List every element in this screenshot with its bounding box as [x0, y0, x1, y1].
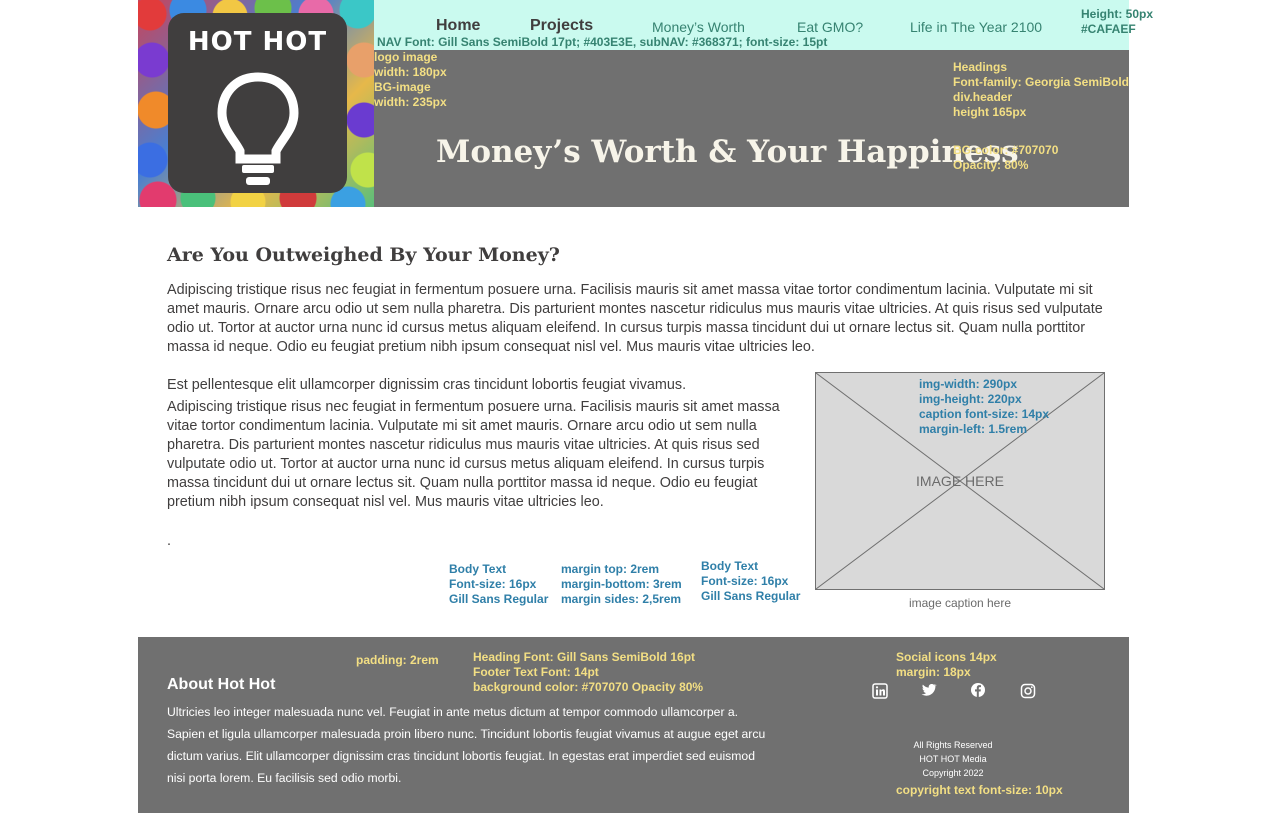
- paragraph-2: Adipiscing tristique risus nec feugiat i…: [167, 399, 780, 510]
- logo[interactable]: HOT HOT: [168, 13, 347, 193]
- annotation-bg-width: width: 235px: [374, 95, 447, 109]
- hero-title: Money’s Worth & Your Happiness: [436, 134, 1019, 170]
- annotation-body-font-1: Gill Sans Regular: [449, 592, 549, 606]
- copyright-line-1: All Rights Reserved: [913, 740, 993, 750]
- annotation-logo-image: logo image: [374, 50, 438, 64]
- image-caption: image caption here: [908, 596, 1012, 610]
- annotation-margin-top: margin top: 2rem: [561, 562, 660, 576]
- logo-text: HOT HOT: [187, 27, 328, 57]
- annotation-opacity: Opacity: 80%: [953, 158, 1029, 172]
- lightbulb-icon: [217, 72, 299, 185]
- annotation-copyright-size: copyright text font-size: 10px: [896, 783, 1063, 797]
- annotation-padding: padding: 2rem: [356, 653, 439, 667]
- annotation-nav-font: NAV Font: Gill Sans SemiBold 17pt; #403E…: [377, 35, 828, 49]
- subnav-life-2100[interactable]: Life in The Year 2100: [910, 19, 1042, 35]
- linkedin-icon[interactable]: [872, 683, 888, 699]
- annotation-div-header: div.header: [953, 90, 1013, 104]
- annotation-social-margin: margin: 18px: [896, 665, 971, 679]
- annotation-caption-font: caption font-size: 14px: [919, 407, 1050, 421]
- annotation-margin-bottom: margin-bottom: 3rem: [561, 577, 682, 591]
- annotation-headings: Headings: [953, 60, 1008, 74]
- subnav-eat-gmo[interactable]: Eat GMO?: [797, 19, 863, 35]
- page: HOT HOT Home Projects Money’s Worth Eat …: [0, 0, 1268, 813]
- annotation-body-text-2: Body Text: [701, 559, 759, 573]
- annotation-img-height: img-height: 220px: [919, 392, 1022, 406]
- copyright-line-2: HOT HOT Media: [919, 754, 987, 764]
- copyright: All Rights Reserved HOT HOT Media Copyri…: [878, 738, 1028, 780]
- annotation-bg-color: BG-color: #707070: [953, 143, 1059, 157]
- copyright-line-3: Copyright 2022: [922, 768, 984, 778]
- image-label: IMAGE HERE: [916, 473, 1004, 489]
- annotation-logo-width: width: 180px: [374, 65, 447, 79]
- annotation-margin-left: margin-left: 1.5rem: [919, 422, 1028, 436]
- annotation-header-height: height 165px: [953, 105, 1027, 119]
- annotation-body-font-size-1: Font-size: 16px: [449, 577, 537, 591]
- annotation-footer-text-font: Footer Text Font: 14pt: [473, 665, 599, 679]
- annotation-body-font-2: Gill Sans Regular: [701, 589, 801, 603]
- annotation-nav-height: Height: 50px: [1081, 7, 1154, 21]
- twitter-icon[interactable]: [921, 682, 937, 698]
- annotation-footer-bg: background color: #707070 Opacity 80%: [473, 680, 704, 694]
- nav-home[interactable]: Home: [436, 17, 480, 35]
- annotation-bg-image: BG-image: [374, 80, 431, 94]
- annotation-headings-font: Font-family: Georgia SemiBold: [953, 75, 1130, 89]
- annotation-nav-color: #CAFAEF: [1081, 22, 1136, 36]
- subnav-moneys-worth[interactable]: Money’s Worth: [652, 19, 745, 35]
- annotation-margin-sides: margin sides: 2,5rem: [561, 592, 682, 606]
- annotation-social-size: Social icons 14px: [896, 650, 997, 664]
- stray-dot: .: [167, 533, 171, 549]
- section-heading: Are You Outweighed By Your Money?: [167, 244, 560, 266]
- footer-heading: About Hot Hot: [167, 676, 276, 693]
- annotation-body-text-1: Body Text: [449, 562, 507, 576]
- annotation-img-width: img-width: 290px: [919, 377, 1018, 391]
- facebook-icon[interactable]: [970, 682, 986, 698]
- paragraph-1: Adipiscing tristique risus nec feugiat i…: [167, 282, 1103, 355]
- footer-text: Ultricies leo integer malesuada nunc vel…: [167, 705, 766, 785]
- nav-projects[interactable]: Projects: [530, 17, 593, 35]
- paragraph-2-lead: Est pellentesque elit ullamcorper dignis…: [167, 377, 687, 393]
- annotation-footer-heading-font: Heading Font: Gill Sans SemiBold 16pt: [473, 650, 696, 664]
- annotation-body-font-size-2: Font-size: 16px: [701, 574, 789, 588]
- instagram-icon[interactable]: [1020, 683, 1036, 699]
